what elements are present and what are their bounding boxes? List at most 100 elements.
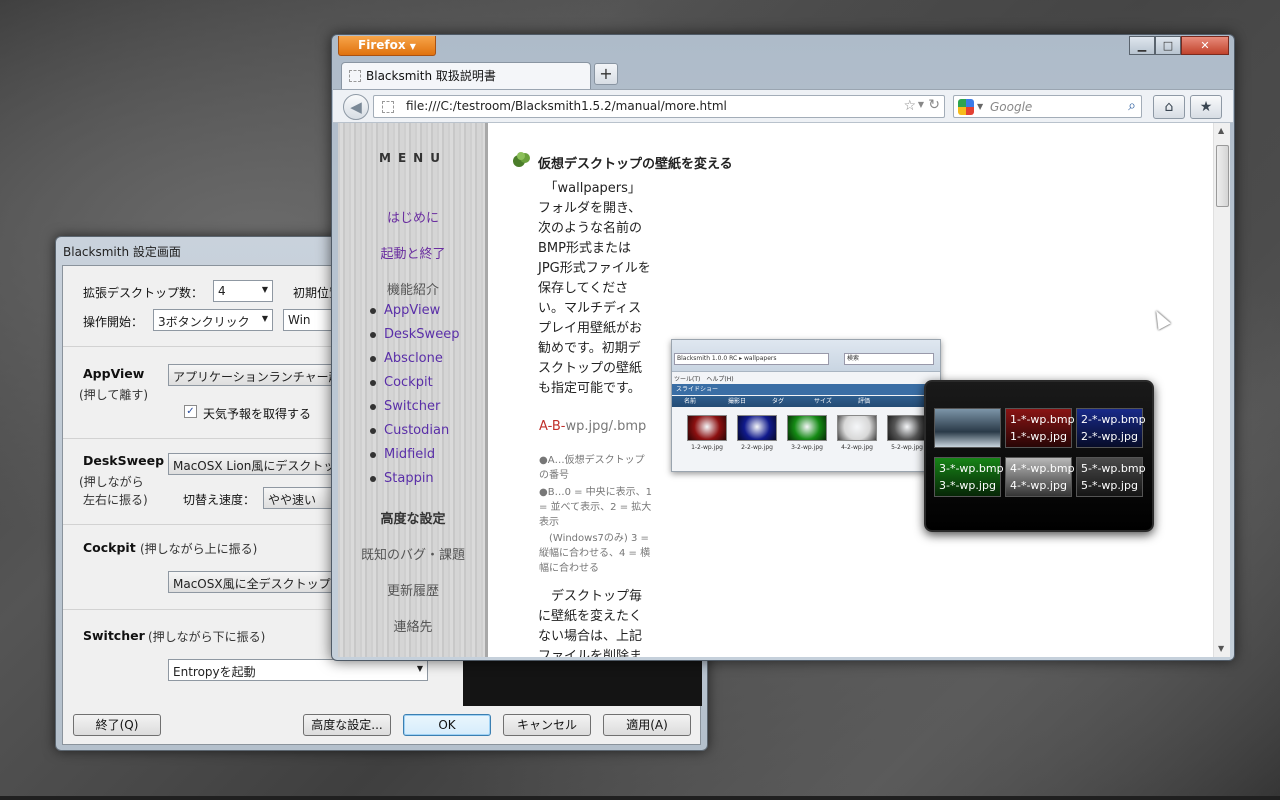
column-header: 名前 [684,398,697,405]
bullet [370,452,376,458]
url-text: file:///C:/testroom/Blacksmith1.5.2/manu… [406,99,727,113]
desktops-label: 拡張デスクトップ数： [83,286,204,300]
sweep-speed-label: 切替え速度： [183,493,256,507]
sidebar-item-known-bugs[interactable]: 既知のバグ・課題 [338,544,488,563]
bookmark-star-icon[interactable]: ☆ [903,98,916,114]
sidebar-item-advanced[interactable]: 高度な設定 [338,508,488,527]
chevron-down-icon: ▼ [416,664,423,673]
switcher-action-select[interactable]: Entropyを起動 ▼ [168,659,428,681]
appview-hint: (押して離す) [79,388,149,402]
home-icon: ⌂ [1164,99,1174,115]
bookmarks-button[interactable]: ★ [1190,95,1222,119]
minimize-button[interactable]: ▁ [1129,36,1155,55]
cell-bmp: 1-*-wp.bmp [1010,413,1075,426]
cell-jpg: 4-*-wp.jpg [1010,479,1067,492]
switcher-label: Switcher [83,628,145,643]
close-button[interactable]: ✕ [1181,36,1229,55]
thumbnail-label: 1-2-wp.jpg [691,444,723,451]
cell-bmp: 4-*-wp.bmp [1010,462,1075,475]
maximize-button[interactable]: □ [1155,36,1181,55]
scroll-down-icon[interactable]: ▼ [1218,644,1224,653]
cockpit-hint: (押しながら上に振る) [140,542,258,556]
explorer-slideshow: スライドショー [672,384,940,395]
bullet [370,404,376,410]
back-button[interactable]: ◀ [343,94,369,120]
cell-jpg: 2-*-wp.jpg [1081,430,1138,443]
text-line: ファイルを削除ま [538,649,643,657]
sidebar-feature-label: DeskSweep [384,327,460,342]
filename-fixed-part: wp.jpg/.bmp [565,419,647,434]
thumbnail [887,415,927,441]
sidebar-item-intro[interactable]: はじめに [338,207,488,226]
cancel-button[interactable]: キャンセル [503,714,591,736]
sidebar-item-cockpit[interactable]: Cockpit [370,375,433,390]
op-start-select-value: 3ボタンクリック [158,315,250,329]
sidebar-item-history[interactable]: 更新履歴 [338,580,488,599]
weather-label: 天気予報を取得する [203,407,312,421]
weather-checkbox[interactable]: ✓ [184,405,197,418]
op-start-select[interactable]: 3ボタンクリック ▼ [153,309,273,331]
menu-title: MENU [379,151,447,165]
firefox-menu-button[interactable]: Firefox ▼ [338,36,436,56]
sidebar-item-startup[interactable]: 起動と終了 [338,243,488,262]
page-content: MENU はじめに 起動と終了 機能紹介 AppView DeskSweep A… [338,123,1230,657]
desktop-switcher-screenshot: 1-*-wp.bmp 1-*-wp.jpg 2-*-wp.bmp 2-*-wp.jp… [924,380,1154,532]
advanced-settings-button[interactable]: 高度な設定... [303,714,391,736]
text-line: に壁紙を変えたく [538,609,643,624]
bookmarks-icon: ★ [1199,99,1213,115]
quit-button[interactable]: 終了(Q) [73,714,161,736]
close-icon: ✕ [1200,39,1210,52]
page-favicon-icon [349,70,361,82]
text-line: ない場合は、上記 [538,629,643,644]
scrollbar-thumb[interactable] [1216,145,1229,207]
cell-bmp: 3-*-wp.bmp [939,462,1004,475]
manual-sidebar: MENU はじめに 起動と終了 機能紹介 AppView DeskSweep A… [338,123,488,657]
thumbnail-label: 2-2-wp.jpg [741,444,773,451]
sidebar-item-appview[interactable]: AppView [370,303,440,318]
chevron-down-icon[interactable]: ▼ [977,102,983,111]
search-bar[interactable]: ▼ Google ⌕ [953,95,1142,118]
text-line: も指定可能です。 [538,381,641,396]
thumbnail-label: 3-2-wp.jpg [791,444,823,451]
sidebar-item-contact[interactable]: 連絡先 [338,616,488,635]
sidebar-item-features: 機能紹介 [386,283,439,298]
vertical-scrollbar[interactable]: ▲ ▼ [1213,123,1230,657]
sidebar-item-stappin[interactable]: Stappin [370,471,434,486]
appview-label: AppView [83,366,145,381]
desktop-cell: 5-*-wp.bmp 5-*-wp.jpg [1076,457,1146,497]
chevron-down-icon: ▼ [409,42,416,51]
scroll-up-icon[interactable]: ▲ [1218,126,1224,135]
new-tab-button[interactable]: + [594,63,618,85]
back-arrow-icon: ◀ [350,98,362,116]
desksweep-hint-1: (押しながら [79,475,144,489]
thumbnail [737,415,777,441]
sidebar-item-custodian[interactable]: Custodian [370,423,449,438]
thumbnail [687,415,727,441]
desktops-select-value: 4 [218,284,226,298]
desktops-select[interactable]: 4 ▼ [213,280,273,302]
navigation-toolbar: ◀ file:///C:/testroom/Blacksmith1.5.2/ma… [333,89,1233,123]
sidebar-item-desksweep[interactable]: DeskSweep [370,327,460,342]
chevron-down-icon: ▼ [261,314,268,323]
thumbnail [787,415,827,441]
history-dropdown-icon[interactable]: ▼ [918,100,924,109]
ok-button[interactable]: OK [403,714,491,736]
search-icon[interactable]: ⌕ [1128,98,1136,114]
home-button[interactable]: ⌂ [1153,95,1185,119]
bullet [370,380,376,386]
explorer-search: 検索 [844,353,934,365]
thumbnail [837,415,877,441]
url-bar[interactable]: file:///C:/testroom/Blacksmith1.5.2/manu… [373,95,945,118]
sidebar-item-switcher[interactable]: Switcher [370,399,440,414]
tab-manual[interactable]: Blacksmith 取扱説明書 [341,62,591,89]
sidebar-item-midfield[interactable]: Midfield [370,447,436,462]
desktop-cell: 3-*-wp.bmp 3-*-wp.jpg [934,457,1004,497]
text-line: 勧めです。初期デ [538,341,641,356]
cockpit-label: Cockpit [83,540,136,555]
google-icon[interactable] [958,99,974,115]
sidebar-item-absclone[interactable]: Absclone [370,351,443,366]
article-paragraph-2: デスクトップ毎 に壁紙を変えたく ない場合は、上記 ファイルを削除ま [538,587,658,657]
reload-icon[interactable]: ↻ [928,97,940,113]
sidebar-feature-label: Midfield [384,447,436,462]
apply-button[interactable]: 適用(A) [603,714,691,736]
